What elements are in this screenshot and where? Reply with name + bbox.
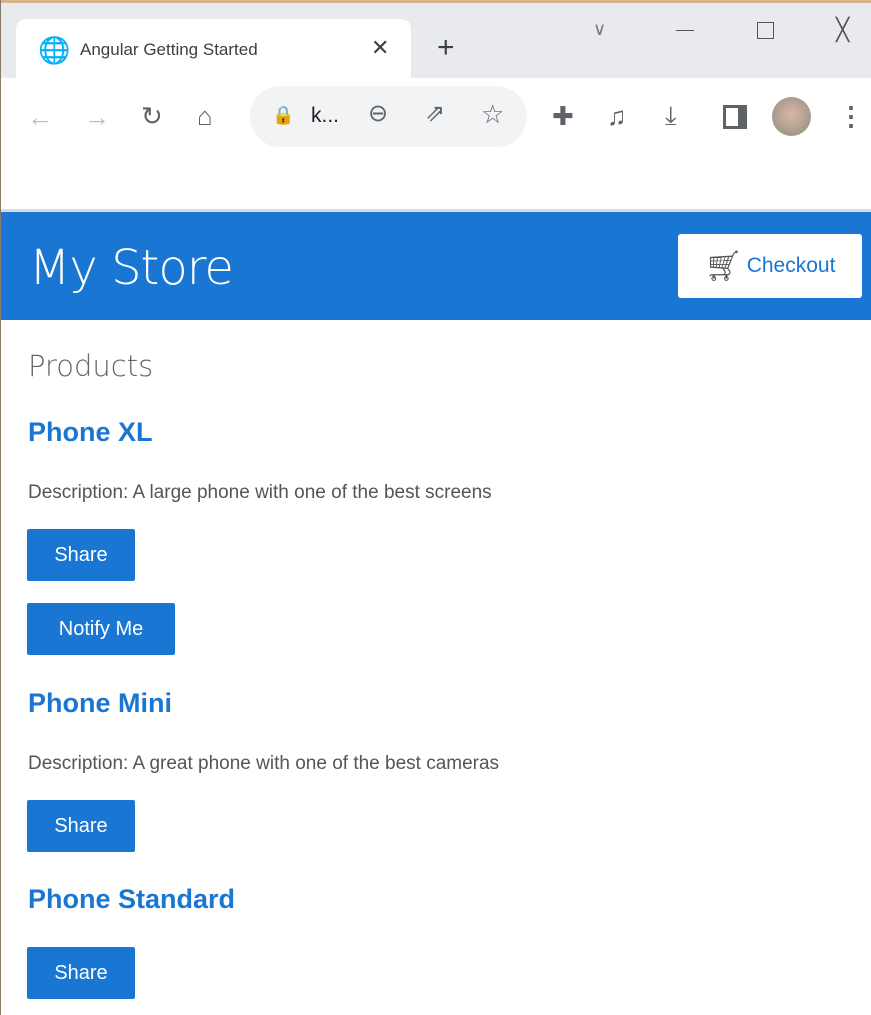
minimize-icon[interactable] [676,30,694,31]
star-icon[interactable]: ☆ [481,101,504,127]
product-name[interactable]: Phone Mini [28,688,172,719]
share-icon[interactable]: ⇗ [425,102,445,126]
share-button[interactable]: Share [27,947,135,999]
tab-title: Angular Getting Started [80,40,258,59]
menu-icon[interactable]: ⋮ [838,103,864,129]
home-icon[interactable]: ⌂ [197,103,213,129]
back-icon[interactable]: ← [27,104,53,130]
product-name[interactable]: Phone Standard [28,884,235,915]
globe-icon: 🌐 [38,35,71,65]
browser-tab[interactable]: 🌐 Angular Getting Started ✕ [16,19,411,78]
lock-icon: 🔒 [272,105,295,125]
window-close-icon[interactable]: ╳ [836,19,849,41]
download-icon[interactable]: ⤓ [665,102,677,128]
maximize-icon[interactable] [757,22,774,39]
store-title[interactable]: My Store [29,240,234,296]
product-description: Description: A large phone with one of t… [28,482,492,503]
side-panel-icon[interactable] [723,105,747,129]
address-text[interactable]: k... [311,104,339,128]
checkout-button[interactable]: 🛒︎ Checkout [678,234,862,298]
media-icon[interactable]: ♫ [607,103,627,129]
forward-icon[interactable]: → [84,104,110,130]
product-description: Description: A great phone with one of t… [28,753,500,774]
extensions-icon[interactable]: ✚ [552,103,574,129]
address-bar[interactable]: 🔒 k... ⊖ ⇗ ☆ [250,86,527,147]
product-name[interactable]: Phone XL [28,417,153,448]
share-button[interactable]: Share [27,800,135,852]
cart-icon: 🛒︎ [704,249,743,283]
reload-icon[interactable]: ↻ [141,103,163,129]
share-button[interactable]: Share [27,529,135,581]
avatar[interactable] [772,97,811,136]
close-icon[interactable]: ✕ [371,37,389,59]
checkout-label: Checkout [746,254,836,277]
section-title: Products [28,349,154,383]
new-tab-icon[interactable]: + [437,33,455,63]
notify-button[interactable]: Notify Me [27,603,175,655]
tab-search-icon[interactable]: ∨ [593,20,606,38]
zoom-out-icon[interactable]: ⊖ [368,102,388,126]
